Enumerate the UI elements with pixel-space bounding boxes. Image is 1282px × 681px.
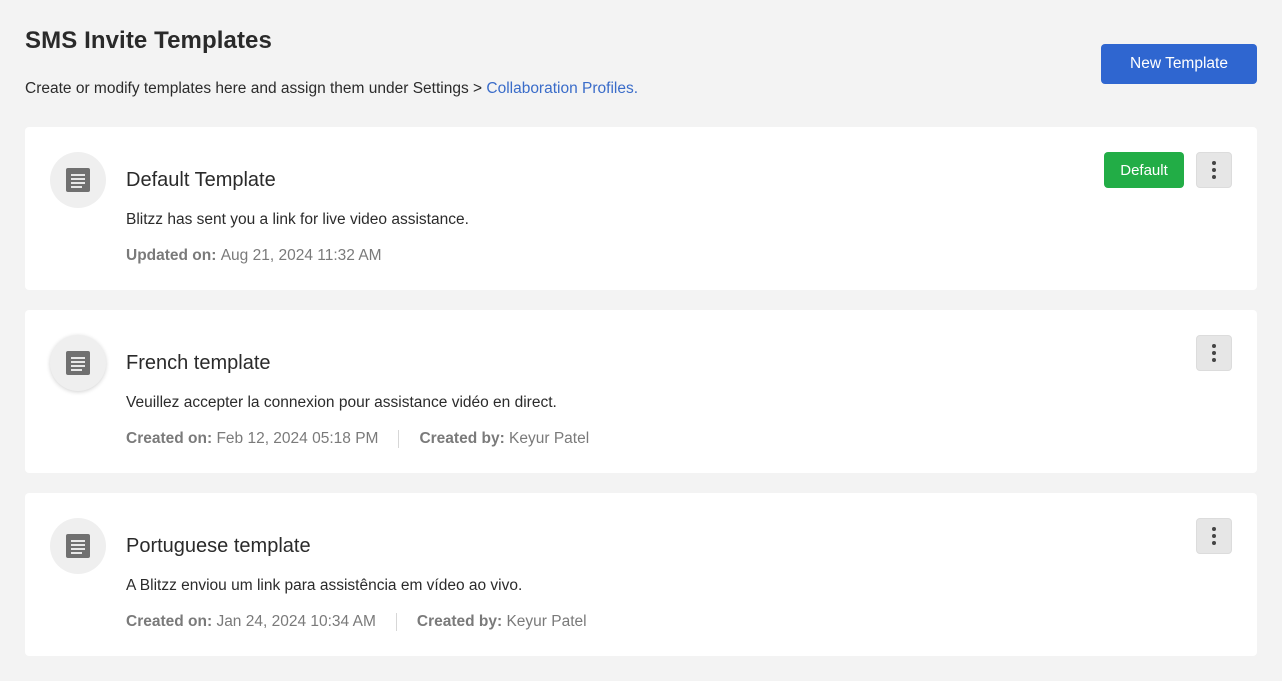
- page-title: SMS Invite Templates: [25, 27, 272, 54]
- document-icon: [66, 351, 90, 375]
- template-name: Portuguese template: [126, 535, 311, 557]
- template-name: French template: [126, 352, 271, 374]
- kebab-icon[interactable]: [1196, 152, 1232, 188]
- subtitle-text: Create or modify templates here and assi…: [25, 80, 487, 97]
- template-message: A Blitzz enviou um link para assistência…: [126, 577, 523, 594]
- created-by-value: Keyur Patel: [509, 430, 590, 447]
- new-template-button[interactable]: New Template: [1101, 44, 1257, 84]
- meta-divider: [395, 613, 397, 631]
- kebab-icon[interactable]: [1196, 518, 1232, 554]
- template-card-default[interactable]: Default Template Blitzz has sent you a l…: [25, 127, 1257, 290]
- updated-on-label: Updated on:: [126, 247, 217, 264]
- document-icon: [66, 534, 90, 558]
- created-on-value: Feb 12, 2024 05:18 PM: [216, 430, 379, 447]
- created-by-label: Created by:: [419, 430, 505, 447]
- page-subtitle: Create or modify templates here and assi…: [25, 80, 638, 98]
- created-on-label: Created on:: [126, 613, 213, 630]
- template-avatar: [50, 152, 106, 208]
- created-on-label: Created on:: [126, 430, 213, 447]
- template-name: Default Template: [126, 169, 276, 191]
- updated-on-value: Aug 21, 2024 11:32 AM: [220, 247, 382, 264]
- collaboration-profiles-link[interactable]: Collaboration Profiles.: [486, 80, 638, 97]
- template-message: Blitzz has sent you a link for live vide…: [126, 211, 469, 228]
- kebab-icon[interactable]: [1196, 335, 1232, 371]
- template-card-french[interactable]: French template Veuillez accepter la con…: [25, 310, 1257, 473]
- default-badge[interactable]: Default: [1104, 152, 1184, 188]
- created-on-value: Jan 24, 2024 10:34 AM: [216, 613, 376, 630]
- template-avatar: [50, 335, 106, 391]
- document-icon: [66, 168, 90, 192]
- template-meta: Created on: Jan 24, 2024 10:34 AM Create…: [126, 613, 587, 631]
- template-card-portuguese[interactable]: Portuguese template A Blitzz enviou um l…: [25, 493, 1257, 656]
- created-by-value: Keyur Patel: [506, 613, 587, 630]
- meta-divider: [398, 430, 400, 448]
- created-by-label: Created by:: [416, 613, 503, 630]
- template-meta: Updated on: Aug 21, 2024 11:32 AM: [126, 247, 382, 265]
- template-meta: Created on: Feb 12, 2024 05:18 PM Create…: [126, 430, 589, 448]
- template-avatar: [50, 518, 106, 574]
- template-message: Veuillez accepter la connexion pour assi…: [126, 394, 557, 411]
